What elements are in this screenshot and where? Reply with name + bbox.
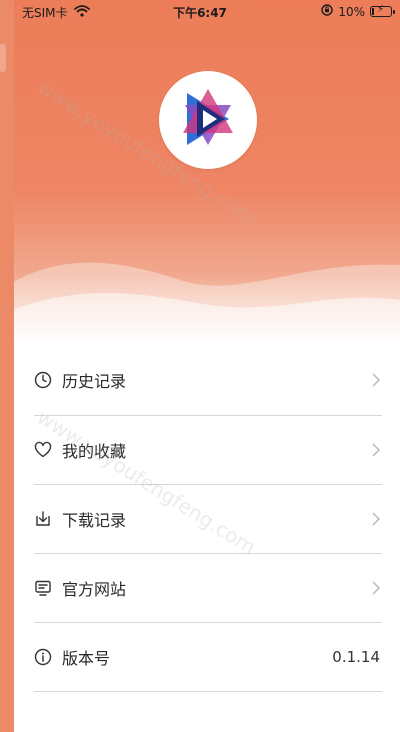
chevron-right-icon [370, 372, 382, 388]
menu-item-label: 我的收藏 [62, 442, 127, 461]
version-number: 0.1.14 [332, 648, 380, 666]
clock-icon [34, 371, 52, 389]
battery-fill [372, 8, 374, 15]
menu-list: 历史记录 我的收藏 下载记录 官方网站 版本号 0.1.14 [14, 345, 400, 692]
play-logo-icon [183, 89, 233, 145]
download-icon [34, 510, 52, 528]
heart-icon [34, 441, 52, 459]
menu-item-website[interactable]: 官方网站 [34, 554, 382, 623]
menu-item-label: 历史记录 [62, 372, 127, 391]
battery-percent: 10% [338, 4, 365, 19]
charging-icon: ⚡ [377, 4, 385, 15]
menu-item-history[interactable]: 历史记录 [34, 345, 382, 416]
menu-item-version[interactable]: 版本号 0.1.14 [34, 623, 382, 692]
menu-item-label: 版本号 [62, 649, 111, 668]
chevron-right-icon [370, 580, 382, 596]
app-logo [159, 71, 257, 169]
menu-item-label: 下载记录 [62, 511, 127, 530]
orientation-lock-icon [321, 4, 334, 19]
menu-item-favorites[interactable]: 我的收藏 [34, 416, 382, 485]
battery-icon: ⚡ [370, 4, 395, 17]
header-wave [0, 262, 400, 350]
drawer-edge[interactable] [0, 0, 14, 732]
menu-item-label: 官方网站 [62, 580, 127, 599]
app-screen: 无SIM卡 下午6:47 10% ⚡ 历史记录 我的收藏 下载记录 官方网站 版… [0, 0, 400, 732]
website-icon [34, 579, 52, 597]
chevron-right-icon [370, 511, 382, 527]
info-icon [34, 648, 52, 666]
drawer-handle[interactable] [0, 44, 6, 72]
status-right: 10% ⚡ [321, 4, 395, 19]
menu-item-downloads[interactable]: 下载记录 [34, 485, 382, 554]
status-bar: 无SIM卡 下午6:47 10% ⚡ [0, 0, 400, 24]
chevron-right-icon [370, 442, 382, 458]
